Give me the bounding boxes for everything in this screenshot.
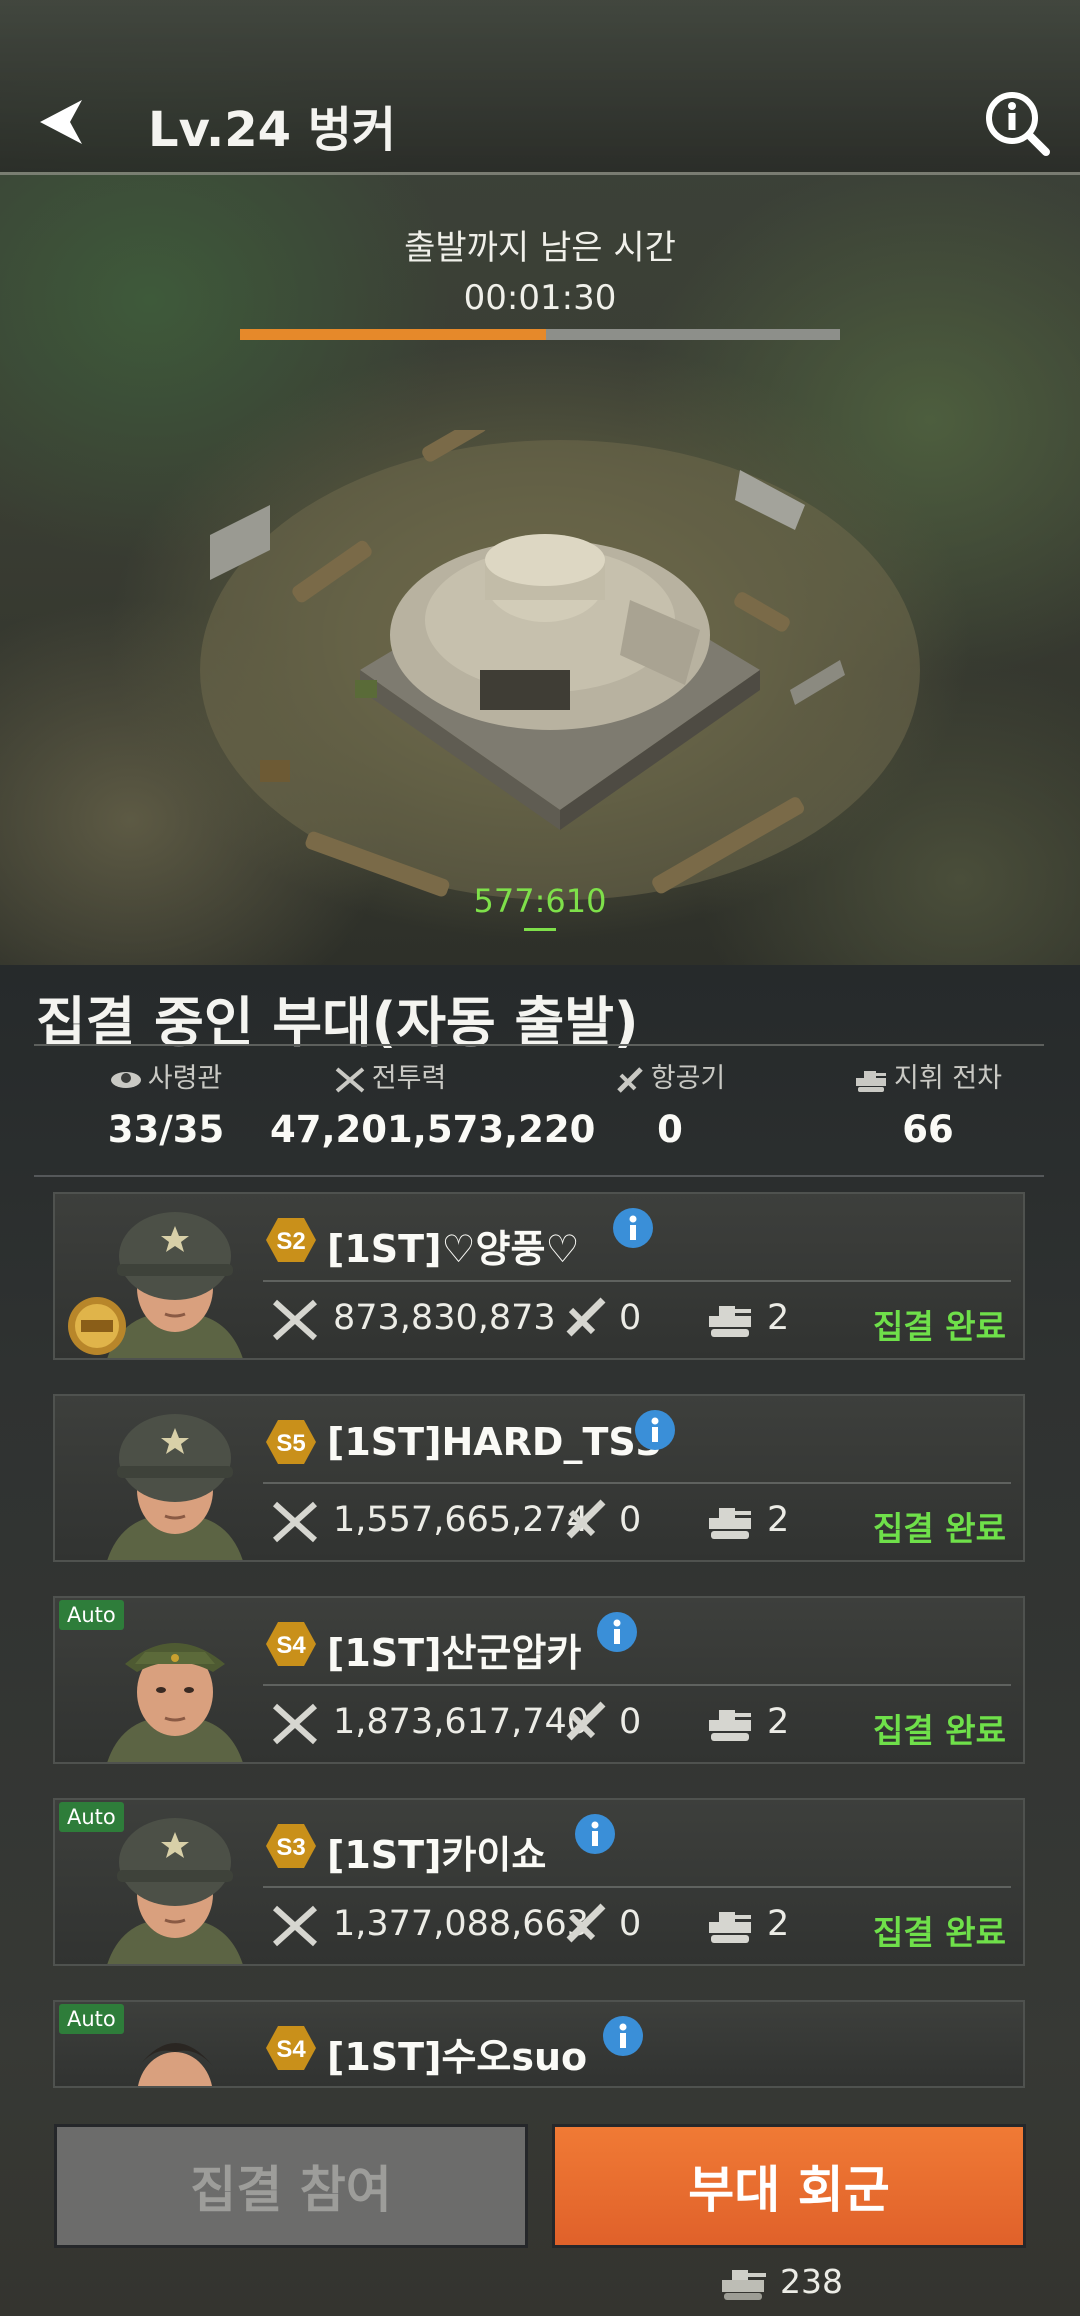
coordinates-underline bbox=[524, 928, 556, 931]
member-tanks: 2 bbox=[767, 1904, 790, 1944]
stat-command-tanks: 지휘 전차 66 bbox=[808, 1058, 1048, 1151]
stat-value: 0 bbox=[657, 1108, 683, 1151]
troop-count: 238 bbox=[780, 2262, 843, 2301]
aircraft-icon bbox=[566, 1297, 606, 1337]
stat-aircraft: 항공기 0 bbox=[550, 1058, 790, 1151]
rank-badge: S4 bbox=[266, 2026, 316, 2070]
svg-text:S3: S3 bbox=[276, 1834, 305, 1861]
member-power: 1,377,088,663 bbox=[333, 1904, 590, 1944]
member-card[interactable]: Auto S4 [1ST]산군압카 1,873,617,740 0 2 집결 완료 bbox=[53, 1596, 1025, 1764]
departure-timer-value: 00:01:30 bbox=[463, 278, 617, 318]
divider bbox=[34, 1175, 1044, 1177]
back-arrow-icon[interactable] bbox=[36, 92, 96, 152]
rank-badge: S3 bbox=[266, 1824, 316, 1868]
member-name: [1ST]HARD_TS3 bbox=[327, 1420, 663, 1464]
tank-icon bbox=[856, 1070, 887, 1092]
member-aircraft: 0 bbox=[619, 1904, 642, 1944]
auto-badge: Auto bbox=[59, 2004, 124, 2034]
rally-status: 집결 완료 bbox=[873, 1307, 1006, 1346]
member-power: 1,557,665,274 bbox=[333, 1500, 590, 1540]
member-card[interactable]: Auto S3 [1ST]카이쇼 1,377,088,663 0 2 집결 완료 bbox=[53, 1798, 1025, 1966]
tank-icon bbox=[709, 1306, 751, 1337]
power-icon bbox=[272, 1905, 318, 1947]
power-icon bbox=[272, 1299, 318, 1341]
page-title: Lv.24 벙커 bbox=[148, 102, 397, 158]
member-card[interactable]: Auto S4 [1ST]수오suo bbox=[53, 2000, 1025, 2088]
stat-value: 66 bbox=[902, 1108, 954, 1151]
auto-badge: Auto bbox=[59, 1802, 124, 1832]
medal-icon bbox=[68, 1297, 126, 1355]
top-bar: Lv.24 벙커 bbox=[0, 0, 1080, 175]
departure-progress-bar bbox=[240, 329, 840, 340]
divider bbox=[34, 1044, 1044, 1046]
aircraft-icon bbox=[566, 1701, 606, 1741]
tank-icon bbox=[709, 1710, 751, 1741]
card-divider bbox=[263, 1280, 1011, 1282]
rank-badge: S5 bbox=[266, 1420, 316, 1464]
member-tanks: 2 bbox=[767, 1500, 790, 1540]
stat-value: 47,201,573,220 bbox=[270, 1108, 596, 1151]
rank-badge: S4 bbox=[266, 1622, 316, 1666]
aircraft-icon bbox=[566, 1499, 606, 1539]
info-magnifier-icon[interactable] bbox=[982, 88, 1052, 158]
stat-value: 33/35 bbox=[107, 1108, 225, 1151]
svg-text:S4: S4 bbox=[276, 1632, 306, 1659]
card-divider bbox=[263, 1886, 1011, 1888]
info-icon[interactable] bbox=[573, 1812, 617, 1856]
auto-badge: Auto bbox=[59, 1600, 124, 1630]
member-name: [1ST]카이쇼 bbox=[327, 1833, 547, 1877]
power-icon bbox=[272, 1501, 318, 1543]
info-icon[interactable] bbox=[595, 1610, 639, 1654]
member-aircraft: 0 bbox=[619, 1702, 642, 1742]
rank-badge: S2 bbox=[266, 1218, 316, 1262]
svg-text:S4: S4 bbox=[276, 2036, 306, 2063]
member-tanks: 2 bbox=[767, 1702, 790, 1742]
card-divider bbox=[263, 1482, 1011, 1484]
tank-icon bbox=[709, 1508, 751, 1539]
svg-text:S2: S2 bbox=[276, 1228, 305, 1255]
member-name: [1ST]수오suo bbox=[327, 2035, 588, 2079]
aircraft-icon bbox=[566, 1903, 606, 1943]
member-tanks: 2 bbox=[767, 1298, 790, 1338]
rally-status: 집결 완료 bbox=[873, 1711, 1006, 1750]
troop-icon bbox=[722, 2270, 766, 2300]
stat-commanders: 사령관 33/35 bbox=[46, 1058, 286, 1151]
member-power: 1,873,617,740 bbox=[333, 1702, 590, 1742]
info-icon[interactable] bbox=[633, 1408, 677, 1452]
rally-status: 집결 완료 bbox=[873, 1509, 1006, 1548]
member-card[interactable]: S5 [1ST]HARD_TS3 1,557,665,274 0 2 집결 완료 bbox=[53, 1394, 1025, 1562]
info-icon[interactable] bbox=[601, 2014, 645, 2058]
bunker-building-image[interactable] bbox=[180, 430, 940, 910]
commander-icon bbox=[110, 1071, 141, 1088]
member-aircraft: 0 bbox=[619, 1298, 642, 1338]
stat-power: 전투력 47,201,573,220 bbox=[270, 1063, 596, 1151]
card-divider bbox=[263, 1684, 1011, 1686]
member-card[interactable]: S2 [1ST]♡양풍♡ 873,830,873 0 2 집결 완료 bbox=[53, 1192, 1025, 1360]
member-power: 873,830,873 bbox=[333, 1298, 556, 1338]
svg-text:S5: S5 bbox=[276, 1430, 305, 1457]
commander-avatar[interactable] bbox=[95, 1400, 255, 1562]
member-name: [1ST]산군압카 bbox=[327, 1631, 582, 1675]
member-name: [1ST]♡양풍♡ bbox=[327, 1227, 580, 1271]
join-rally-button[interactable]: 집결 참여 bbox=[54, 2124, 528, 2248]
crossed-swords-icon bbox=[335, 1066, 365, 1093]
power-icon bbox=[272, 1703, 318, 1745]
map-coordinates[interactable]: 577:610 bbox=[0, 882, 1080, 920]
progress-fill bbox=[240, 329, 546, 340]
member-aircraft: 0 bbox=[619, 1500, 642, 1540]
info-icon[interactable] bbox=[611, 1206, 655, 1250]
map-view: Lv.24 벙커 출발까지 남은 시간 00:01:30 577:610 bbox=[0, 0, 1080, 965]
tank-icon bbox=[709, 1912, 751, 1943]
aircraft-icon bbox=[616, 1066, 643, 1093]
departure-timer-label: 출발까지 남은 시간 bbox=[404, 228, 676, 268]
rally-status: 집결 완료 bbox=[873, 1913, 1006, 1952]
recall-troops-button[interactable]: 부대 회군 bbox=[552, 2124, 1026, 2248]
